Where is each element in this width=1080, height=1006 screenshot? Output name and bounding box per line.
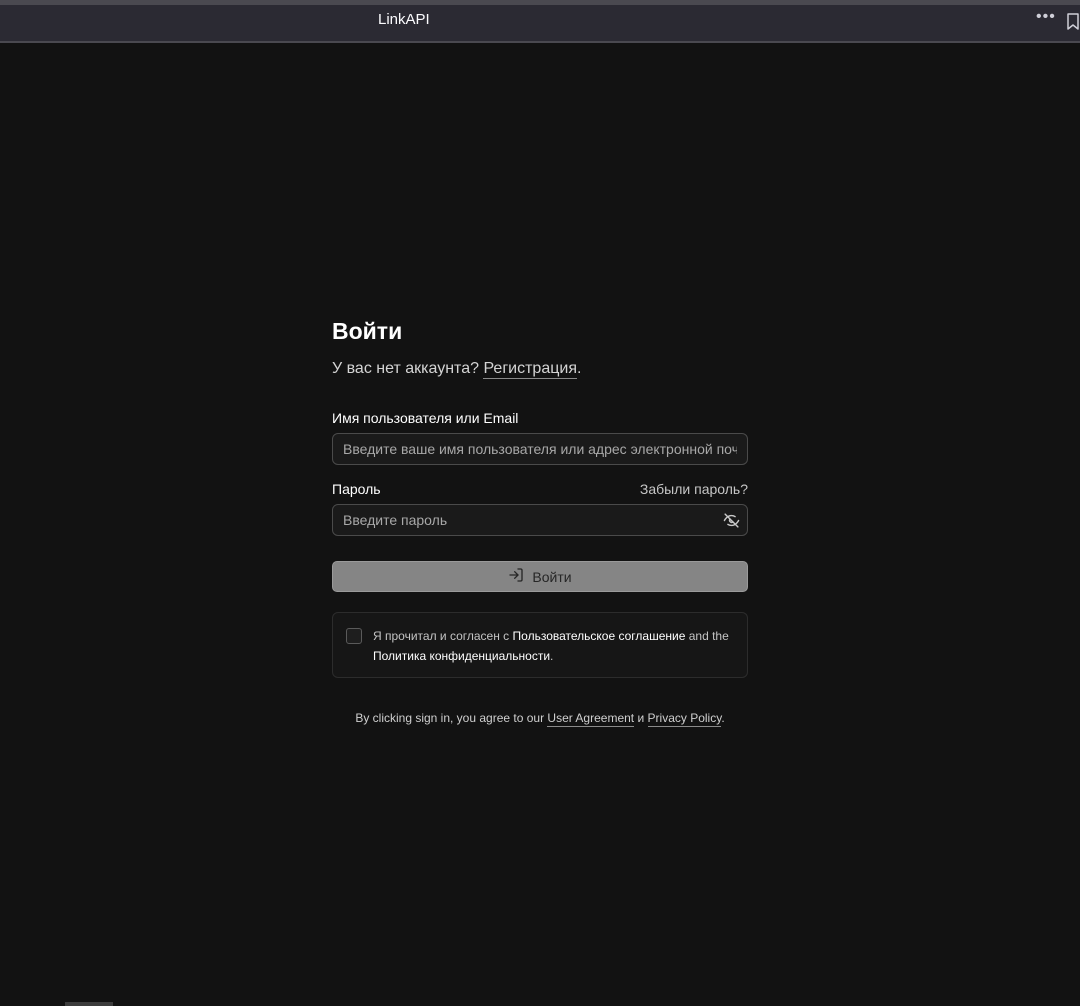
- register-link[interactable]: Регистрация: [483, 360, 577, 379]
- privacy-policy-link[interactable]: Политика конфиденциальности: [373, 649, 550, 663]
- signin-disclaimer: By clicking sign in, you agree to our Us…: [332, 711, 748, 727]
- horizontal-scrollbar[interactable]: [65, 1002, 113, 1006]
- login-button[interactable]: Войти: [332, 561, 748, 592]
- page-title: LinkAPI: [378, 11, 430, 28]
- eye-off-icon[interactable]: [723, 512, 740, 534]
- disclaimer-suffix: .: [721, 711, 725, 725]
- agreement-box: Я прочитал и согласен с Пользовательское…: [332, 612, 748, 678]
- browser-toolbar: LinkAPI •••: [0, 0, 1080, 43]
- agreement-checkbox[interactable]: [346, 628, 362, 644]
- footer-privacy-policy-link[interactable]: Privacy Policy: [647, 711, 722, 727]
- user-agreement-link[interactable]: Пользовательское соглашение: [513, 629, 686, 643]
- password-input[interactable]: Введите пароль: [332, 504, 748, 536]
- agreement-prefix: Я прочитал и согласен с: [373, 629, 510, 643]
- agreement-and: and the: [688, 629, 729, 643]
- no-account-text: У вас нет аккаунта?: [332, 360, 479, 377]
- register-prompt: У вас нет аккаунта? Регистрация.: [332, 360, 748, 379]
- username-placeholder: Введите ваше имя пользователя или адрес …: [343, 441, 737, 457]
- forgot-password-link[interactable]: Забыли пароль?: [640, 481, 748, 497]
- username-input[interactable]: Введите ваше имя пользователя или адрес …: [332, 433, 748, 465]
- agreement-suffix: .: [550, 649, 554, 663]
- login-heading: Войти: [332, 318, 403, 344]
- more-dots-icon[interactable]: •••: [1036, 8, 1056, 26]
- agreement-text: Я прочитал и согласен с Пользовательское…: [373, 626, 741, 666]
- footer-user-agreement-link[interactable]: User Agreement: [547, 711, 635, 727]
- register-period: .: [576, 360, 582, 377]
- login-form: Войти У вас нет аккаунта? Регистрация. И…: [332, 318, 748, 727]
- login-button-label: Войти: [532, 568, 572, 585]
- bookmark-icon[interactable]: [1066, 13, 1080, 36]
- password-label: Пароль: [332, 481, 381, 497]
- username-label: Имя пользователя или Email: [332, 410, 519, 426]
- sign-in-icon: [508, 567, 524, 586]
- disclaimer-prefix: By clicking sign in, you agree to our: [355, 711, 545, 725]
- disclaimer-and: и: [637, 711, 645, 725]
- password-placeholder: Введите пароль: [343, 512, 448, 528]
